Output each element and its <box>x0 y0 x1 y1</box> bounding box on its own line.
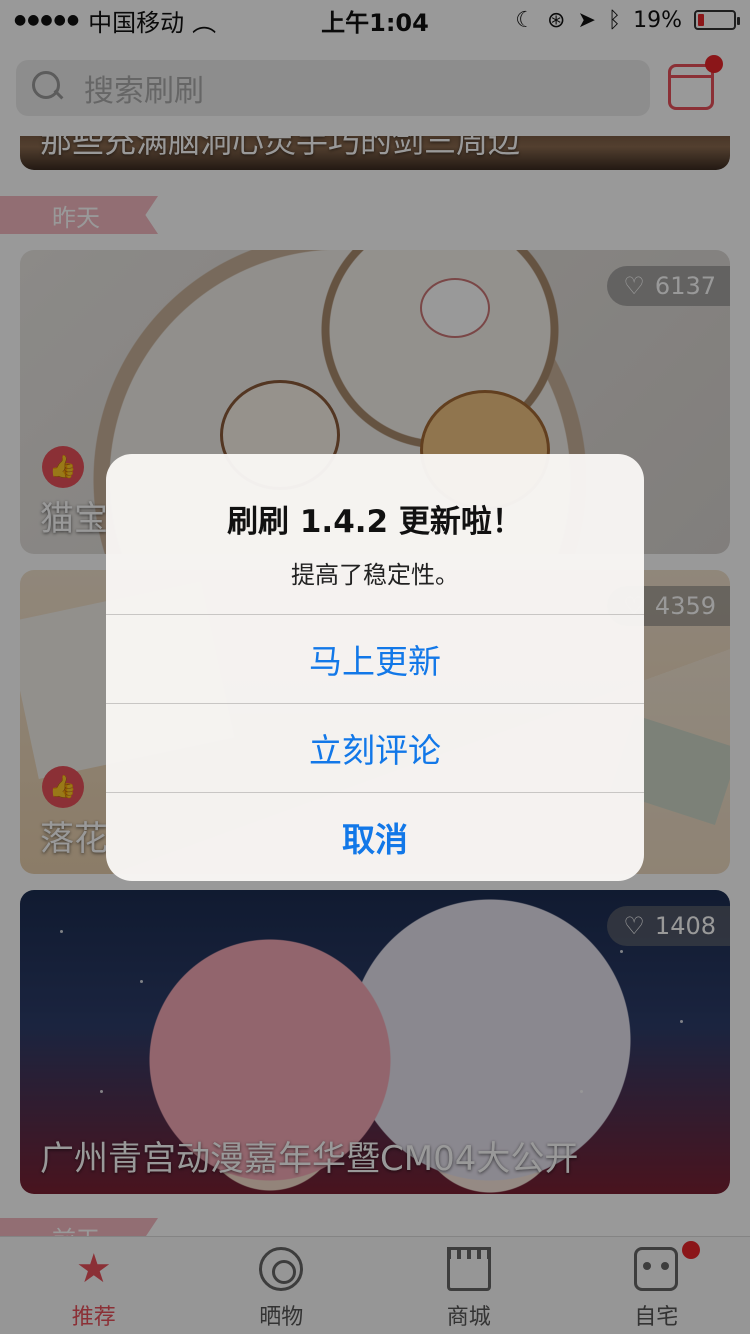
review-now-button[interactable]: 立刻评论 <box>106 703 644 792</box>
update-now-button[interactable]: 马上更新 <box>106 614 644 703</box>
alert-title: 刷刷 1.4.2 更新啦！ <box>227 504 523 540</box>
cancel-button[interactable]: 取消 <box>106 792 644 881</box>
alert-actions: 马上更新 立刻评论 取消 <box>106 614 644 881</box>
update-alert-dialog: 刷刷 1.4.2 更新啦！ 提高了稳定性。 马上更新 立刻评论 取消 <box>106 454 644 881</box>
alert-message: 提高了稳定性。 <box>291 561 459 589</box>
